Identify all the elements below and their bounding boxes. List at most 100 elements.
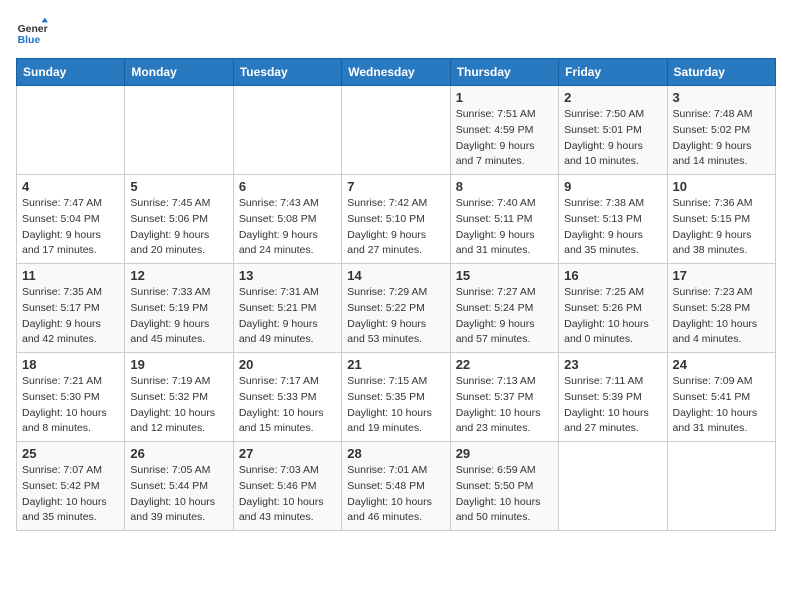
day-number: 14 <box>347 268 444 283</box>
day-info: Sunrise: 7:31 AM Sunset: 5:21 PM Dayligh… <box>239 285 336 348</box>
weekday-header-saturday: Saturday <box>667 59 775 86</box>
calendar-cell: 24 Sunrise: 7:09 AM Sunset: 5:41 PM Dayli… <box>667 353 775 442</box>
day-number: 27 <box>239 446 336 461</box>
day-info: Sunrise: 7:03 AM Sunset: 5:46 PM Dayligh… <box>239 463 336 526</box>
day-number: 28 <box>347 446 444 461</box>
calendar-cell: 10 Sunrise: 7:36 AM Sunset: 5:15 PM Dayli… <box>667 175 775 264</box>
calendar-cell: 27 Sunrise: 7:03 AM Sunset: 5:46 PM Dayli… <box>233 442 341 531</box>
day-number: 7 <box>347 179 444 194</box>
calendar-cell: 6 Sunrise: 7:43 AM Sunset: 5:08 PM Daylig… <box>233 175 341 264</box>
weekday-header-tuesday: Tuesday <box>233 59 341 86</box>
day-info: Sunrise: 7:51 AM Sunset: 4:59 PM Dayligh… <box>456 107 553 170</box>
day-number: 6 <box>239 179 336 194</box>
calendar-cell: 11 Sunrise: 7:35 AM Sunset: 5:17 PM Dayli… <box>17 264 125 353</box>
day-info: Sunrise: 7:45 AM Sunset: 5:06 PM Dayligh… <box>130 196 227 259</box>
day-number: 23 <box>564 357 661 372</box>
svg-text:General: General <box>18 24 48 35</box>
day-number: 21 <box>347 357 444 372</box>
day-number: 11 <box>22 268 119 283</box>
weekday-header-friday: Friday <box>559 59 667 86</box>
day-number: 19 <box>130 357 227 372</box>
day-info: Sunrise: 7:09 AM Sunset: 5:41 PM Dayligh… <box>673 374 770 437</box>
calendar-cell: 18Sunrise: 7:21 AM Sunset: 5:30 PM Dayli… <box>17 353 125 442</box>
day-number: 26 <box>130 446 227 461</box>
day-number: 22 <box>456 357 553 372</box>
calendar-cell: 16 Sunrise: 7:25 AM Sunset: 5:26 PM Dayli… <box>559 264 667 353</box>
day-number: 8 <box>456 179 553 194</box>
weekday-header-thursday: Thursday <box>450 59 558 86</box>
day-number: 16 <box>564 268 661 283</box>
day-number: 18 <box>22 357 119 372</box>
calendar-cell: 7 Sunrise: 7:42 AM Sunset: 5:10 PM Daylig… <box>342 175 450 264</box>
calendar-cell: 1 Sunrise: 7:51 AM Sunset: 4:59 PM Daylig… <box>450 86 558 175</box>
day-info: Sunrise: 7:13 AM Sunset: 5:37 PM Dayligh… <box>456 374 553 437</box>
day-info: Sunrise: 7:19 AM Sunset: 5:32 PM Dayligh… <box>130 374 227 437</box>
day-number: 29 <box>456 446 553 461</box>
day-info: Sunrise: 7:35 AM Sunset: 5:17 PM Dayligh… <box>22 285 119 348</box>
calendar-cell: 22 Sunrise: 7:13 AM Sunset: 5:37 PM Dayli… <box>450 353 558 442</box>
day-info: Sunrise: 7:17 AM Sunset: 5:33 PM Dayligh… <box>239 374 336 437</box>
calendar-cell <box>667 442 775 531</box>
calendar-cell: 19 Sunrise: 7:19 AM Sunset: 5:32 PM Dayli… <box>125 353 233 442</box>
day-number: 10 <box>673 179 770 194</box>
calendar-cell: 14 Sunrise: 7:29 AM Sunset: 5:22 PM Dayli… <box>342 264 450 353</box>
weekday-header-sunday: Sunday <box>17 59 125 86</box>
logo-icon: General Blue <box>16 16 48 48</box>
calendar-cell: 28 Sunrise: 7:01 AM Sunset: 5:48 PM Dayli… <box>342 442 450 531</box>
calendar-cell: 3 Sunrise: 7:48 AM Sunset: 5:02 PM Daylig… <box>667 86 775 175</box>
calendar-cell: 13 Sunrise: 7:31 AM Sunset: 5:21 PM Dayli… <box>233 264 341 353</box>
calendar-cell <box>559 442 667 531</box>
day-info: Sunrise: 7:33 AM Sunset: 5:19 PM Dayligh… <box>130 285 227 348</box>
calendar-week-row: 4 Sunrise: 7:47 AM Sunset: 5:04 PM Daylig… <box>17 175 776 264</box>
day-number: 24 <box>673 357 770 372</box>
calendar-cell: 15 Sunrise: 7:27 AM Sunset: 5:24 PM Dayli… <box>450 264 558 353</box>
day-info: Sunrise: 7:47 AM Sunset: 5:04 PM Dayligh… <box>22 196 119 259</box>
calendar-week-row: 18Sunrise: 7:21 AM Sunset: 5:30 PM Dayli… <box>17 353 776 442</box>
calendar-cell: 9Sunrise: 7:38 AM Sunset: 5:13 PM Daylig… <box>559 175 667 264</box>
calendar-cell: 25Sunrise: 7:07 AM Sunset: 5:42 PM Dayli… <box>17 442 125 531</box>
calendar-cell <box>125 86 233 175</box>
day-info: Sunrise: 7:23 AM Sunset: 5:28 PM Dayligh… <box>673 285 770 348</box>
day-info: Sunrise: 7:40 AM Sunset: 5:11 PM Dayligh… <box>456 196 553 259</box>
calendar-cell: 21Sunrise: 7:15 AM Sunset: 5:35 PM Dayli… <box>342 353 450 442</box>
calendar-week-row: 11 Sunrise: 7:35 AM Sunset: 5:17 PM Dayli… <box>17 264 776 353</box>
calendar-cell: 17 Sunrise: 7:23 AM Sunset: 5:28 PM Dayli… <box>667 264 775 353</box>
calendar-cell: 26 Sunrise: 7:05 AM Sunset: 5:44 PM Dayli… <box>125 442 233 531</box>
day-number: 2 <box>564 90 661 105</box>
day-info: Sunrise: 7:11 AM Sunset: 5:39 PM Dayligh… <box>564 374 661 437</box>
day-info: Sunrise: 7:01 AM Sunset: 5:48 PM Dayligh… <box>347 463 444 526</box>
day-info: Sunrise: 7:05 AM Sunset: 5:44 PM Dayligh… <box>130 463 227 526</box>
calendar-cell: 4 Sunrise: 7:47 AM Sunset: 5:04 PM Daylig… <box>17 175 125 264</box>
logo: General Blue <box>16 16 52 48</box>
calendar-cell: 8 Sunrise: 7:40 AM Sunset: 5:11 PM Daylig… <box>450 175 558 264</box>
day-number: 4 <box>22 179 119 194</box>
day-number: 13 <box>239 268 336 283</box>
day-info: Sunrise: 7:27 AM Sunset: 5:24 PM Dayligh… <box>456 285 553 348</box>
day-info: Sunrise: 7:42 AM Sunset: 5:10 PM Dayligh… <box>347 196 444 259</box>
day-info: Sunrise: 7:50 AM Sunset: 5:01 PM Dayligh… <box>564 107 661 170</box>
weekday-header-row: SundayMondayTuesdayWednesdayThursdayFrid… <box>17 59 776 86</box>
calendar-cell <box>17 86 125 175</box>
calendar-cell: 5Sunrise: 7:45 AM Sunset: 5:06 PM Daylig… <box>125 175 233 264</box>
calendar-cell: 23 Sunrise: 7:11 AM Sunset: 5:39 PM Dayli… <box>559 353 667 442</box>
calendar-cell: 12Sunrise: 7:33 AM Sunset: 5:19 PM Dayli… <box>125 264 233 353</box>
day-info: Sunrise: 7:25 AM Sunset: 5:26 PM Dayligh… <box>564 285 661 348</box>
calendar-cell <box>233 86 341 175</box>
calendar-cell: 20 Sunrise: 7:17 AM Sunset: 5:33 PM Dayli… <box>233 353 341 442</box>
weekday-header-wednesday: Wednesday <box>342 59 450 86</box>
day-info: Sunrise: 7:29 AM Sunset: 5:22 PM Dayligh… <box>347 285 444 348</box>
day-number: 20 <box>239 357 336 372</box>
calendar-table: SundayMondayTuesdayWednesdayThursdayFrid… <box>16 58 776 531</box>
day-info: Sunrise: 6:59 AM Sunset: 5:50 PM Dayligh… <box>456 463 553 526</box>
calendar-week-row: 1 Sunrise: 7:51 AM Sunset: 4:59 PM Daylig… <box>17 86 776 175</box>
day-number: 1 <box>456 90 553 105</box>
day-info: Sunrise: 7:36 AM Sunset: 5:15 PM Dayligh… <box>673 196 770 259</box>
weekday-header-monday: Monday <box>125 59 233 86</box>
day-number: 3 <box>673 90 770 105</box>
page-header: General Blue <box>16 16 776 48</box>
day-number: 17 <box>673 268 770 283</box>
day-info: Sunrise: 7:43 AM Sunset: 5:08 PM Dayligh… <box>239 196 336 259</box>
day-info: Sunrise: 7:48 AM Sunset: 5:02 PM Dayligh… <box>673 107 770 170</box>
day-number: 15 <box>456 268 553 283</box>
day-number: 9 <box>564 179 661 194</box>
